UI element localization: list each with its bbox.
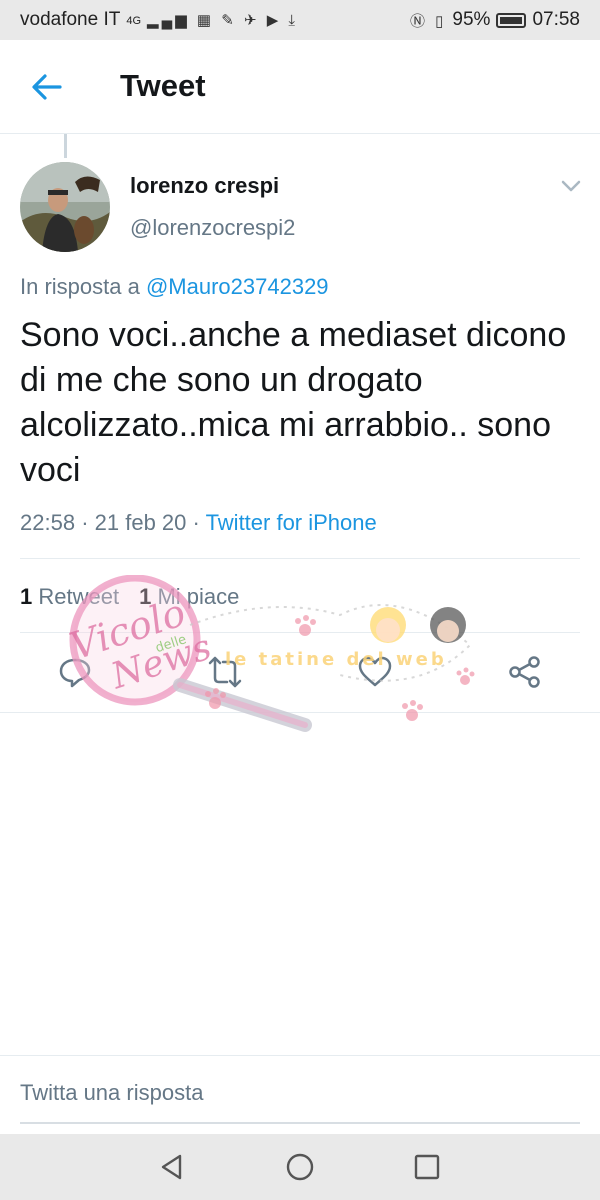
reply-prefix: In risposta a xyxy=(20,274,140,299)
reply-input-underline xyxy=(20,1122,580,1124)
divider xyxy=(20,632,580,633)
back-triangle-icon[interactable] xyxy=(156,1151,188,1183)
nfc-vibrate-icon: Ⓝ ▯ xyxy=(409,12,447,30)
retweet-icon xyxy=(208,656,242,688)
like-icon xyxy=(358,656,392,687)
likes-label: Mi piace xyxy=(157,584,240,609)
chevron-down-icon[interactable] xyxy=(560,178,582,194)
carrier-name: vodafone IT xyxy=(20,9,121,30)
network-type: 4G xyxy=(126,15,142,27)
reply-button[interactable] xyxy=(57,654,93,690)
retweets-label: Retweet xyxy=(38,584,120,609)
battery-icon xyxy=(496,12,527,28)
status-bar-left: vodafone IT 4G ▂▄▆ ▦ ✎ ✈ ▶ ⤓ xyxy=(20,9,298,31)
share-icon xyxy=(509,656,540,688)
tweet-source-link[interactable]: Twitter for iPhone xyxy=(206,510,377,535)
reply-mention-link[interactable]: @Mauro23742329 xyxy=(146,274,329,299)
tweet-stats: 1 Retweet 1 Mi piace xyxy=(20,584,239,610)
status-bar: vodafone IT 4G ▂▄▆ ▦ ✎ ✈ ▶ ⤓ Ⓝ ▯ 95% 07:… xyxy=(0,0,600,40)
tweet-time: 22:58 xyxy=(20,510,76,535)
clock: 07:58 xyxy=(532,9,580,30)
status-bar-right: Ⓝ ▯ 95% 07:58 xyxy=(410,9,580,31)
thread-line xyxy=(64,134,67,158)
page-title: Tweet xyxy=(120,68,206,103)
divider xyxy=(20,558,580,559)
author-name[interactable]: lorenzo crespi xyxy=(130,173,279,199)
svg-text:le tatine del web: le tatine del web xyxy=(225,649,447,670)
retweets-count: 1 xyxy=(20,584,33,609)
share-button[interactable] xyxy=(507,654,543,690)
reply-input[interactable]: Twitta una risposta xyxy=(20,1080,203,1106)
svg-text:News: News xyxy=(106,627,217,698)
reply-context: In risposta a @Mauro23742329 xyxy=(20,274,329,300)
likes-stat[interactable]: 1 Mi piace xyxy=(139,584,239,610)
author-handle[interactable]: @lorenzocrespi2 xyxy=(130,215,295,241)
retweets-stat[interactable]: 1 Retweet xyxy=(20,584,119,610)
like-button[interactable] xyxy=(357,654,393,690)
app-header: Tweet xyxy=(0,40,600,134)
retweet-button[interactable] xyxy=(207,654,243,690)
likes-count: 1 xyxy=(139,584,152,609)
tweet-date: 21 feb 20 xyxy=(94,510,187,535)
meta-separator: · xyxy=(81,510,89,535)
arrow-left-icon[interactable] xyxy=(30,70,64,104)
notification-icons: ▂▄▆ ▦ ✎ ✈ ▶ ⤓ xyxy=(147,12,299,29)
tweet-text: Sono voci..anche a mediaset dicono di me… xyxy=(20,316,567,489)
svg-text:delle: delle xyxy=(154,632,189,656)
avatar[interactable] xyxy=(20,162,110,252)
battery-percent: 95% xyxy=(452,9,491,30)
home-circle-icon[interactable] xyxy=(284,1151,316,1183)
meta-separator: · xyxy=(192,510,200,535)
tweet-meta: 22:58 · 21 feb 20 · Twitter for iPhone xyxy=(20,510,377,536)
reply-icon xyxy=(59,658,91,688)
recents-square-icon[interactable] xyxy=(411,1151,443,1183)
system-nav-bar xyxy=(0,1134,600,1200)
divider xyxy=(0,712,600,713)
divider xyxy=(0,1055,600,1056)
